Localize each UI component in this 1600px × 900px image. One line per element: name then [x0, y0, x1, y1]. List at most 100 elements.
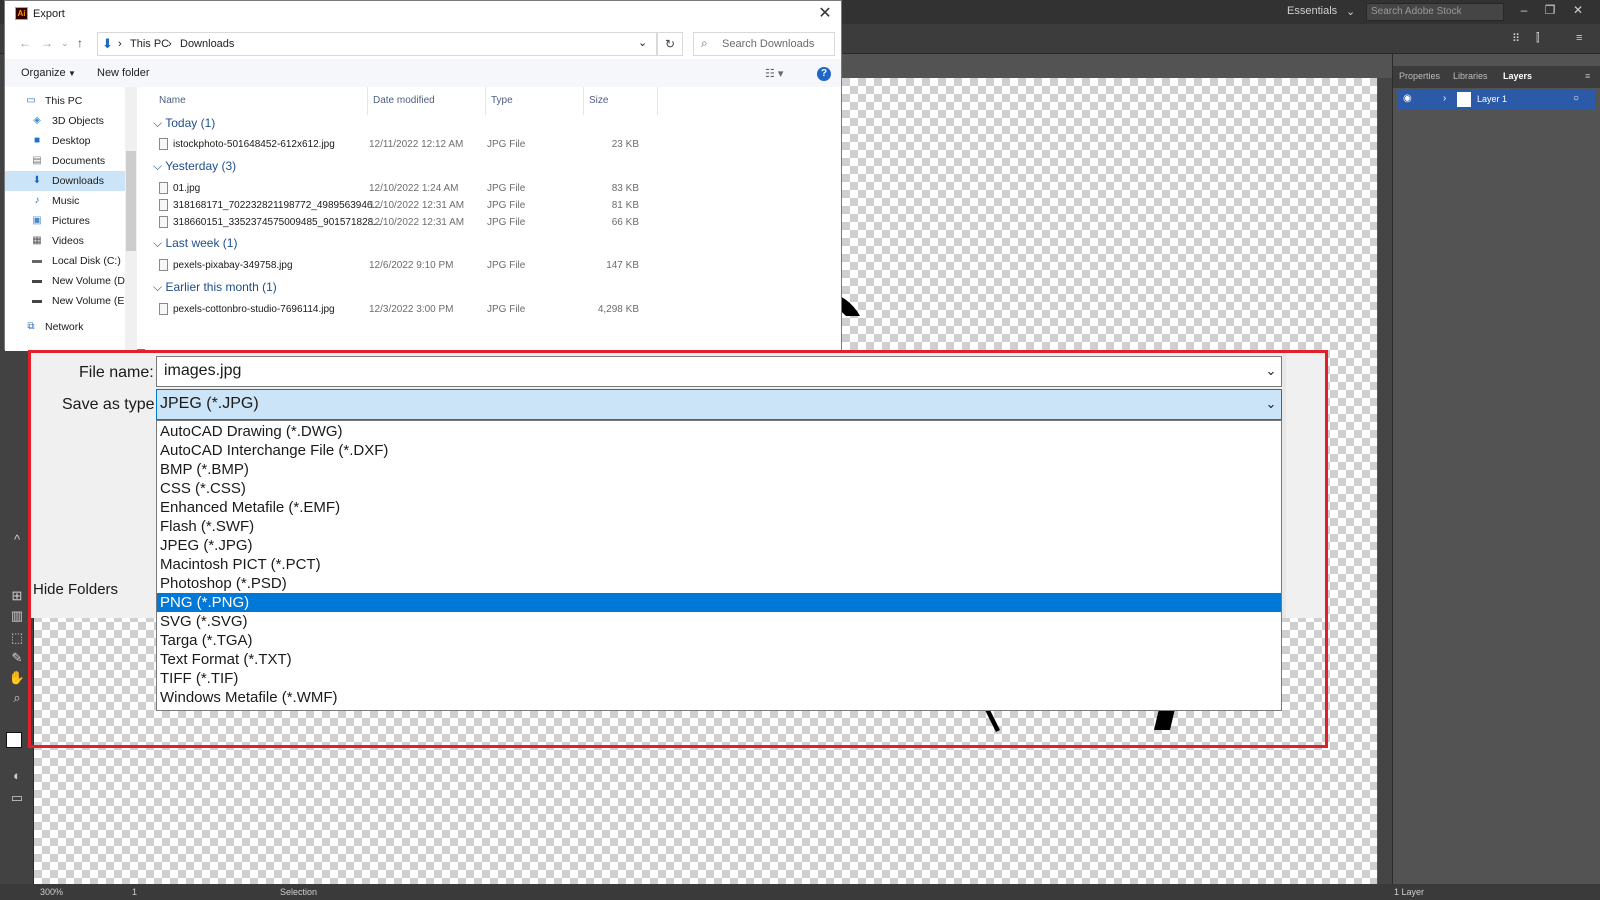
zoom-level[interactable]: 300% — [40, 887, 63, 897]
file-row[interactable]: 318660151_3352374575009485_901571828... … — [155, 214, 815, 231]
artboard-tool-icon[interactable]: ⬚ — [8, 630, 26, 646]
group-header[interactable]: ⌵ Last week (1) — [153, 236, 237, 251]
disk-icon: ▬ — [32, 255, 42, 266]
collapse-icon[interactable]: ^ — [8, 532, 26, 548]
tab-properties[interactable]: Properties — [1399, 71, 1440, 81]
sidebar-item-desktop[interactable]: ■ Desktop — [5, 131, 125, 151]
refresh-icon[interactable]: ↻ — [657, 32, 683, 56]
vertical-scrollbar[interactable] — [1378, 78, 1392, 884]
document-icon: ▤ — [32, 155, 42, 166]
scroll-thumb[interactable] — [126, 151, 136, 251]
draw-mode-icon[interactable]: ◐ — [8, 768, 26, 784]
group-header[interactable]: ⌵ Today (1) — [153, 116, 215, 131]
stock-search-input[interactable]: Search Adobe Stock — [1366, 3, 1504, 21]
layers-panel: Properties Libraries Layers ≡ ◉ › Layer … — [1392, 54, 1600, 900]
workspace-switcher[interactable]: Essentials — [1287, 5, 1337, 17]
sidebar-item-downloads[interactable]: ⬇ Downloads — [5, 171, 125, 191]
sidebar-item-local-disk[interactable]: ▬ Local Disk (C:) — [5, 251, 125, 271]
navigation-bar: ← → ⌄ ↑ ⬇ › This PC › Downloads ⌄ ↻ Sear… — [5, 27, 841, 59]
file-icon — [159, 182, 168, 194]
file-row[interactable]: pexels-pixabay-349758.jpg 12/6/2022 9:10… — [155, 257, 815, 274]
tab-layers[interactable]: Layers — [1503, 71, 1532, 81]
layer-name[interactable]: Layer 1 — [1477, 94, 1507, 104]
group-header[interactable]: ⌵ Earlier this month (1) — [153, 280, 277, 295]
eyedropper-icon[interactable]: ✎ — [8, 650, 26, 666]
computer-icon: ▭ — [26, 95, 36, 106]
artboard-number[interactable]: 1 — [132, 887, 137, 897]
nav-scrollbar[interactable] — [125, 87, 137, 351]
close-icon[interactable]: ✕ — [1568, 3, 1588, 19]
chevron-down-icon: ▼ — [68, 69, 76, 78]
breadcrumb-this-pc[interactable]: This PC — [130, 38, 169, 50]
eye-icon[interactable]: ◉ — [1403, 93, 1412, 104]
back-icon[interactable]: ← — [19, 36, 31, 50]
network-icon: ⧉ — [27, 321, 35, 332]
file-icon — [159, 216, 168, 228]
symbol-tool-icon[interactable]: ⊞ — [8, 588, 26, 604]
sidebar-item-this-pc[interactable]: ▭ This PC — [5, 91, 125, 111]
sidebar-item-new-volume-d[interactable]: ▬ New Volume (D: — [5, 271, 128, 291]
arrange-icon[interactable]: ⠿ — [1512, 32, 1520, 45]
current-tool: Selection — [280, 887, 318, 897]
expand-arrow-icon[interactable]: › — [1443, 93, 1446, 104]
sidebar-item-videos[interactable]: ▦ Videos — [5, 231, 125, 251]
search-icon: ⌕ — [701, 36, 708, 50]
restore-icon[interactable]: ❐ — [1540, 3, 1560, 19]
status-bar: 300% 1 Selection 1 Layer — [0, 884, 1600, 900]
dialog-title-bar: Ai Export ✕ — [5, 1, 841, 27]
file-row[interactable]: pexels-cottonbro-studio-7696114.jpg 12/3… — [155, 301, 815, 318]
file-list: Name Date modified Type Size ⌵ Today (1)… — [145, 87, 841, 351]
sidebar-item-music[interactable]: ♪ Music — [5, 191, 125, 211]
panel-tabs: Properties Libraries Layers ≡ — [1393, 66, 1600, 88]
target-icon[interactable]: ○ — [1573, 93, 1579, 104]
download-icon: ⬇ — [32, 175, 42, 186]
sidebar-item-3d-objects[interactable]: ◈ 3D Objects — [5, 111, 125, 131]
sidebar-item-new-volume-e[interactable]: ▬ New Volume (E:) — [5, 291, 131, 311]
forward-icon[interactable]: → — [41, 36, 53, 50]
column-size[interactable]: Size — [589, 95, 608, 106]
chevron-down-icon[interactable]: ⌄ — [638, 36, 647, 49]
sidebar-item-network[interactable]: ⧉ Network — [5, 317, 125, 337]
column-name[interactable]: Name — [159, 95, 186, 106]
fill-swatch[interactable] — [6, 732, 22, 748]
group-header[interactable]: ⌵ Yesterday (3) — [153, 159, 236, 174]
new-folder-button[interactable]: New folder — [97, 67, 150, 79]
help-icon[interactable]: ? — [817, 67, 831, 81]
menu-icon[interactable]: ≡ — [1576, 32, 1582, 44]
tab-libraries[interactable]: Libraries — [1453, 71, 1488, 81]
file-row[interactable]: 318168171_702232821198772_4989563946... … — [155, 197, 815, 214]
graph-tool-icon[interactable]: ▥ — [8, 608, 26, 624]
dialog-title: Export — [33, 8, 65, 20]
sidebar-item-pictures[interactable]: ▣ Pictures — [5, 211, 125, 231]
minimize-icon[interactable]: – — [1514, 3, 1534, 19]
layer-row[interactable]: ◉ › Layer 1 ○ — [1397, 90, 1595, 110]
illustrator-logo: Ai — [15, 7, 28, 20]
align-icon[interactable]: ⫿ — [1536, 32, 1540, 45]
search-input[interactable]: Search Downloads — [693, 32, 835, 56]
file-row[interactable]: 01.jpg 12/10/2022 1:24 AM JPG File 83 KB — [155, 180, 815, 197]
desktop-icon: ■ — [33, 135, 41, 146]
breadcrumb-downloads[interactable]: Downloads — [180, 38, 234, 50]
navigation-pane: ▭ This PC ◈ 3D Objects ■ Desktop ▤ Docum… — [5, 87, 137, 351]
file-row[interactable]: istockphoto-501648452-612x612.jpg 12/11/… — [155, 136, 815, 153]
recent-chevron-icon[interactable]: ⌄ — [61, 38, 69, 49]
organize-button[interactable]: Organize — [21, 67, 66, 79]
file-icon — [159, 199, 168, 211]
file-icon — [159, 259, 168, 271]
column-date[interactable]: Date modified — [373, 95, 435, 106]
close-icon[interactable]: ✕ — [813, 3, 837, 25]
sidebar-item-documents[interactable]: ▤ Documents — [5, 151, 125, 171]
view-options-icon[interactable]: ☷ ▾ — [765, 67, 783, 80]
zoom-tool-icon[interactable]: ⌕ — [8, 690, 26, 706]
hand-tool-icon[interactable]: ✋ — [8, 670, 26, 686]
music-icon: ♪ — [34, 195, 40, 206]
column-type[interactable]: Type — [491, 95, 513, 106]
panel-menu-icon[interactable]: ≡ — [1585, 71, 1590, 81]
chevron-down-icon: ⌄ — [1346, 6, 1356, 18]
layer-thumbnail — [1457, 92, 1471, 107]
screen-mode-icon[interactable]: ▭ — [8, 790, 26, 806]
up-icon[interactable]: ↑ — [77, 36, 83, 50]
annotation-highlight-box — [28, 350, 1328, 748]
address-bar[interactable]: ⬇ › This PC › Downloads ⌄ — [97, 32, 657, 56]
layer-count: 1 Layer — [1394, 887, 1425, 897]
